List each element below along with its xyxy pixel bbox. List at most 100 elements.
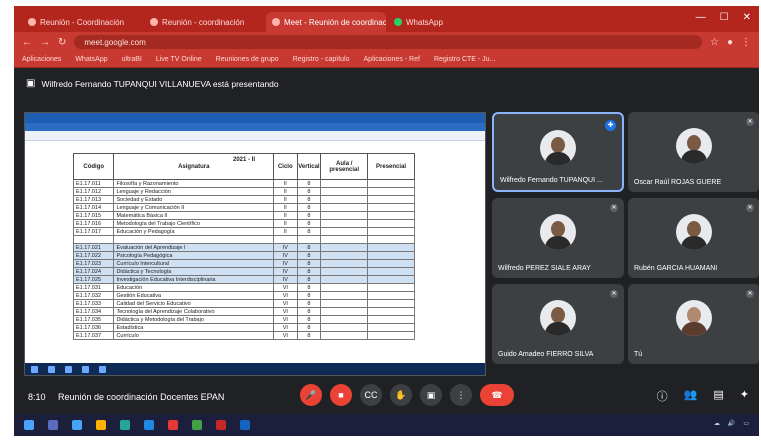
avatar xyxy=(540,130,576,166)
people-icon[interactable]: 👥 xyxy=(684,388,698,404)
table-cell: E1.17.036 xyxy=(72,323,115,332)
profile-icon[interactable]: ● xyxy=(727,37,733,48)
table-cell xyxy=(320,243,369,252)
table-cell: VI xyxy=(273,307,298,316)
doc-titlebar xyxy=(25,113,485,123)
folder-icon[interactable] xyxy=(96,420,106,430)
table-row: E1.17.013 Sociedad y Estado II 8 xyxy=(72,195,415,204)
bookmark[interactable]: Registro - capítulo xyxy=(293,56,350,63)
menu-icon[interactable]: ⋮ xyxy=(741,37,751,48)
table-cell: Evaluación del Aprendizaje I xyxy=(113,243,275,252)
bookmark[interactable]: Aplicaciones xyxy=(22,56,61,63)
table-cell: E1.17.032 xyxy=(72,291,115,300)
bookmark[interactable]: WhatsApp xyxy=(75,56,107,63)
table-cell: 8 xyxy=(296,243,322,252)
participant-tile[interactable]: ✕ Guido Amadeo FIERRO SILVA xyxy=(492,284,624,364)
camera-toggle-button[interactable]: ■ xyxy=(330,384,352,406)
browser-tab[interactable]: Reunión - Coordinación xyxy=(22,12,142,32)
table-cell: II xyxy=(273,179,298,188)
table-cell: Didáctica y Metodología del Trabajo xyxy=(113,315,275,324)
url-field[interactable]: meet.google.com xyxy=(74,35,702,49)
raise-hand-button[interactable]: ✋ xyxy=(390,384,412,406)
table-cell xyxy=(320,195,369,204)
col-header: Vertical xyxy=(296,153,322,180)
info-icon[interactable]: ⓘ xyxy=(657,388,668,404)
chat-icon[interactable]: ▤ xyxy=(713,388,723,404)
table-cell: E1.17.016 xyxy=(72,219,115,228)
participant-tile[interactable]: ✕ Wilfredo PEREZ SIALE ARAY xyxy=(492,198,624,278)
meeting-time: 8:10 xyxy=(28,392,46,402)
participant-tile[interactable]: ✚ Wilfredo Fernando TUPANQUI ... xyxy=(492,112,624,192)
table-cell xyxy=(367,283,415,292)
network-icon[interactable]: ☁ xyxy=(714,420,720,427)
star-icon[interactable]: ☆ xyxy=(710,37,719,48)
captions-icon: CC xyxy=(364,390,378,400)
table-row: E1.17.036 Estadística VI 8 xyxy=(72,323,415,332)
bookmark[interactable]: Live TV Online xyxy=(156,56,202,63)
bookmark[interactable]: Aplicaciones - Ref xyxy=(364,56,420,63)
mic-toggle-button[interactable]: 🎤 xyxy=(300,384,322,406)
store-icon[interactable] xyxy=(120,420,130,430)
table-cell: 8 xyxy=(296,179,322,188)
browser-tab-active[interactable]: Meet - Reunión de coordinación xyxy=(266,12,386,32)
table-row: E1.17.035 Didáctica y Metodología del Tra… xyxy=(72,315,415,324)
table-row: E1.17.023 Currículo Intercultural IV 8 xyxy=(72,259,415,268)
reload-icon[interactable]: ↻ xyxy=(58,37,66,48)
table-cell: IV xyxy=(273,267,298,276)
table-cell xyxy=(367,235,415,244)
table-cell: 8 xyxy=(296,259,322,268)
bookmark[interactable]: Reuniones de grupo xyxy=(216,56,279,63)
table-cell xyxy=(320,219,369,228)
table-cell xyxy=(367,267,415,276)
windows-start-icon[interactable] xyxy=(24,420,34,430)
table-cell: 8 xyxy=(296,195,322,204)
table-cell: VI xyxy=(273,291,298,300)
col-header: Código xyxy=(72,153,115,180)
table-cell xyxy=(320,291,369,300)
col-header: Ciclo xyxy=(273,153,298,180)
back-icon[interactable]: ← xyxy=(22,37,32,48)
volume-icon[interactable]: 🔊 xyxy=(728,420,735,427)
forward-icon[interactable]: → xyxy=(40,37,50,48)
chrome-icon[interactable] xyxy=(168,420,178,430)
participant-tile[interactable]: ✕ Rubén GARCIA HUAMANI xyxy=(628,198,759,278)
table-cell: IV xyxy=(273,243,298,252)
table-cell xyxy=(320,307,369,316)
avatar xyxy=(676,300,712,336)
activities-icon[interactable]: ✦ xyxy=(740,388,749,404)
edge-icon[interactable] xyxy=(72,420,82,430)
tab-favicon-icon xyxy=(28,18,36,26)
participant-tile[interactable]: ✕ Tú xyxy=(628,284,759,364)
pin-icon[interactable]: ✚ xyxy=(605,120,616,131)
mail-icon[interactable] xyxy=(144,420,154,430)
captions-button[interactable]: CC xyxy=(360,384,382,406)
table-cell: Currículo Intercultural xyxy=(113,259,275,268)
browser-tab[interactable]: WhatsApp xyxy=(388,12,508,32)
search-icon[interactable] xyxy=(48,420,58,430)
col-header: Presencial xyxy=(367,153,415,180)
more-options-button[interactable]: ⋮ xyxy=(450,384,472,406)
table-cell: II xyxy=(273,211,298,220)
avatar xyxy=(540,300,576,336)
table-row: E1.17.031 Educación VI 8 xyxy=(72,283,415,292)
table-cell: Estadística xyxy=(113,323,275,332)
excel-icon[interactable] xyxy=(192,420,202,430)
maximize-icon[interactable]: ☐ xyxy=(720,12,729,23)
word-icon[interactable] xyxy=(240,420,250,430)
participant-tile[interactable]: ✕ Oscar Raúl ROJAS GUERE xyxy=(628,112,759,192)
minimize-icon[interactable]: — xyxy=(696,12,706,23)
bookmark[interactable]: ultraBI xyxy=(122,56,142,63)
present-button[interactable]: ▣ xyxy=(420,384,442,406)
app-icon[interactable] xyxy=(216,420,226,430)
table-cell: 8 xyxy=(296,211,322,220)
table-cell xyxy=(367,315,415,324)
browser-tab[interactable]: Reunión - coordinación xyxy=(144,12,264,32)
bookmark[interactable]: Registro CTE - Ju... xyxy=(434,56,495,63)
shared-taskbar xyxy=(25,363,485,375)
close-icon[interactable]: ✕ xyxy=(743,12,751,23)
table-cell: VI xyxy=(273,283,298,292)
notification-icon[interactable]: ▭ xyxy=(743,420,749,427)
table-cell: E1.17.014 xyxy=(72,203,115,212)
end-call-button[interactable]: ☎ xyxy=(480,384,514,406)
table-row: E1.17.021 Evaluación del Aprendizaje I IV 8 xyxy=(72,243,415,252)
